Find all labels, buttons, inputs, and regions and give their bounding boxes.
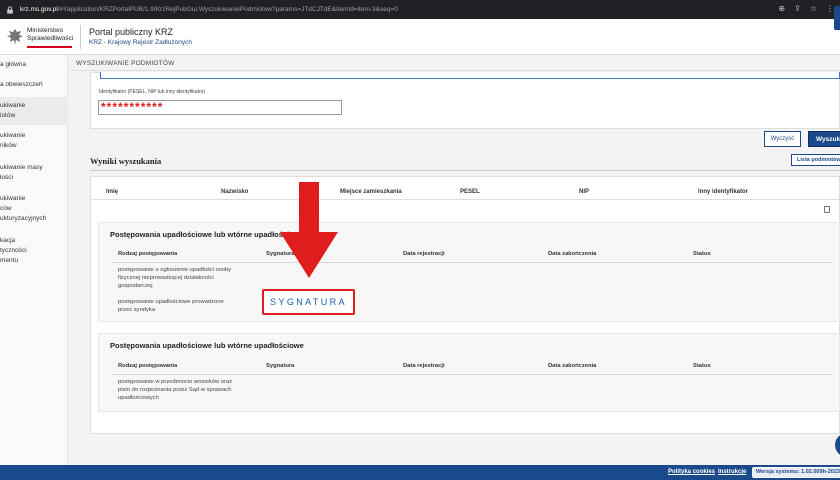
lock-icon: [7, 5, 13, 14]
g1-row-1-type: postępowanie o ogłoszenie upadłości osob…: [118, 267, 232, 289]
results-divider: [90, 170, 840, 171]
eagle-logo-icon: [7, 29, 23, 45]
g1-header-registration-date: Data rejestracji: [403, 251, 445, 257]
ministry-name: Ministerstwo Sprawiedliwości: [27, 27, 73, 43]
bookmark-star-icon[interactable]: ☆: [810, 4, 817, 14]
upper-search-input[interactable]: [100, 72, 840, 79]
footer-cookies-link[interactable]: Polityka cookies: [668, 469, 715, 475]
entity-list-button[interactable]: Lista podmiotów: [791, 154, 840, 166]
g1-row-2-type: postępowanie upadłościowe prowadzone prz…: [118, 299, 224, 313]
group-1-title: Postępowania upadłościowe lub wtórne upa…: [110, 230, 304, 239]
column-header-pesel[interactable]: PESEL: [460, 189, 480, 195]
g1-header-divider: [112, 262, 832, 263]
column-header-other-id[interactable]: Inny identyfikator: [698, 189, 748, 195]
ministry-underline: [27, 46, 72, 48]
portal-subtitle: KRZ - Krajowy Rejestr Zadłużonych: [89, 39, 192, 46]
g2-header-status: Status: [693, 363, 711, 369]
site-header: Ministerstwo Sprawiedliwości Portal publ…: [0, 19, 840, 55]
system-version-badge: Wersja systemu: 1.02.009h-2023: [752, 467, 840, 478]
group-2-title: Postępowania upadłościowe lub wtórne upa…: [110, 341, 304, 350]
ministry-line1: Ministerstwo: [27, 27, 64, 34]
page-title: WYSZUKIWANIE PODMIOTÓW: [76, 60, 175, 67]
signature-highlight-annotation: SYGNATURA: [262, 289, 355, 315]
sidebar-item-document-verification[interactable]: kacja tyczności mentu: [0, 236, 68, 266]
column-header-first-name[interactable]: Imię: [106, 189, 118, 195]
g1-header-end-date: Data zakończenia: [548, 251, 597, 257]
help-chat-button[interactable]: [835, 433, 840, 457]
sidebar-item-entity-search[interactable]: ukiwanie iotów: [0, 97, 68, 125]
results-title: Wyniki wyszukania: [90, 156, 162, 166]
title-divider: [70, 70, 840, 71]
g2-header-end-date: Data zakończenia: [548, 363, 597, 369]
sidebar-item-announcements[interactable]: a obwieszczeń: [0, 80, 68, 90]
red-arrow-annotation: [280, 182, 338, 278]
url-host: krz.ms.gov.pl: [20, 6, 58, 13]
g1-header-type: Rodzaj postępowania: [118, 251, 178, 257]
share-icon[interactable]: ⇪: [794, 4, 801, 14]
sidebar-item-restructuring-search[interactable]: ukiwanie ców ukturyzacyjnych: [0, 194, 68, 224]
g2-header-type: Rodzaj postępowania: [118, 363, 178, 369]
header-divider: [80, 25, 81, 49]
column-header-divider: [92, 199, 840, 200]
column-header-nip[interactable]: NIP: [579, 189, 589, 195]
url-text[interactable]: krz.ms.gov.pl/#!/application/KRZPortalPU…: [20, 6, 398, 13]
g2-header-signature: Sygnatura: [266, 363, 295, 369]
url-path: /#!/application/KRZPortalPUB/1.9/KrzRejP…: [57, 6, 398, 13]
column-header-last-name[interactable]: Nazwisko: [221, 189, 248, 195]
copy-icon[interactable]: [824, 206, 830, 213]
zoom-icon[interactable]: ⊕: [778, 4, 785, 14]
search-button[interactable]: Wyszuk: [808, 131, 840, 147]
clear-button[interactable]: Wyczyść: [764, 131, 801, 147]
g2-header-divider: [112, 374, 832, 375]
menu-icon[interactable]: ⋮: [826, 4, 834, 14]
sidebar-item-participant-search[interactable]: ukiwanie ników: [0, 131, 68, 151]
identifier-field-label: Identyfikator (PESEL, NIP lub inny ident…: [99, 89, 206, 95]
sidebar-item-estate-search[interactable]: ukiwanie masy łości: [0, 163, 68, 183]
footer-instructions-link[interactable]: Instrukcje: [718, 469, 746, 475]
sidebar-item-home[interactable]: a główna: [0, 60, 68, 70]
browser-address-bar[interactable]: krz.ms.gov.pl/#!/application/KRZPortalPU…: [0, 0, 840, 19]
g1-header-status: Status: [693, 251, 711, 257]
column-header-residence[interactable]: Miejsce zamieszkania: [340, 189, 402, 195]
portal-title: Portal publiczny KRZ: [89, 27, 174, 37]
g2-row-1-type: postępowanie w przedmiocie wniosków oraz…: [118, 379, 233, 401]
header-login-button[interactable]: [834, 6, 840, 30]
identifier-input[interactable]: ***********: [98, 100, 342, 115]
g2-header-registration-date: Data rejestracji: [403, 363, 445, 369]
ministry-line2: Sprawiedliwości: [27, 35, 74, 42]
